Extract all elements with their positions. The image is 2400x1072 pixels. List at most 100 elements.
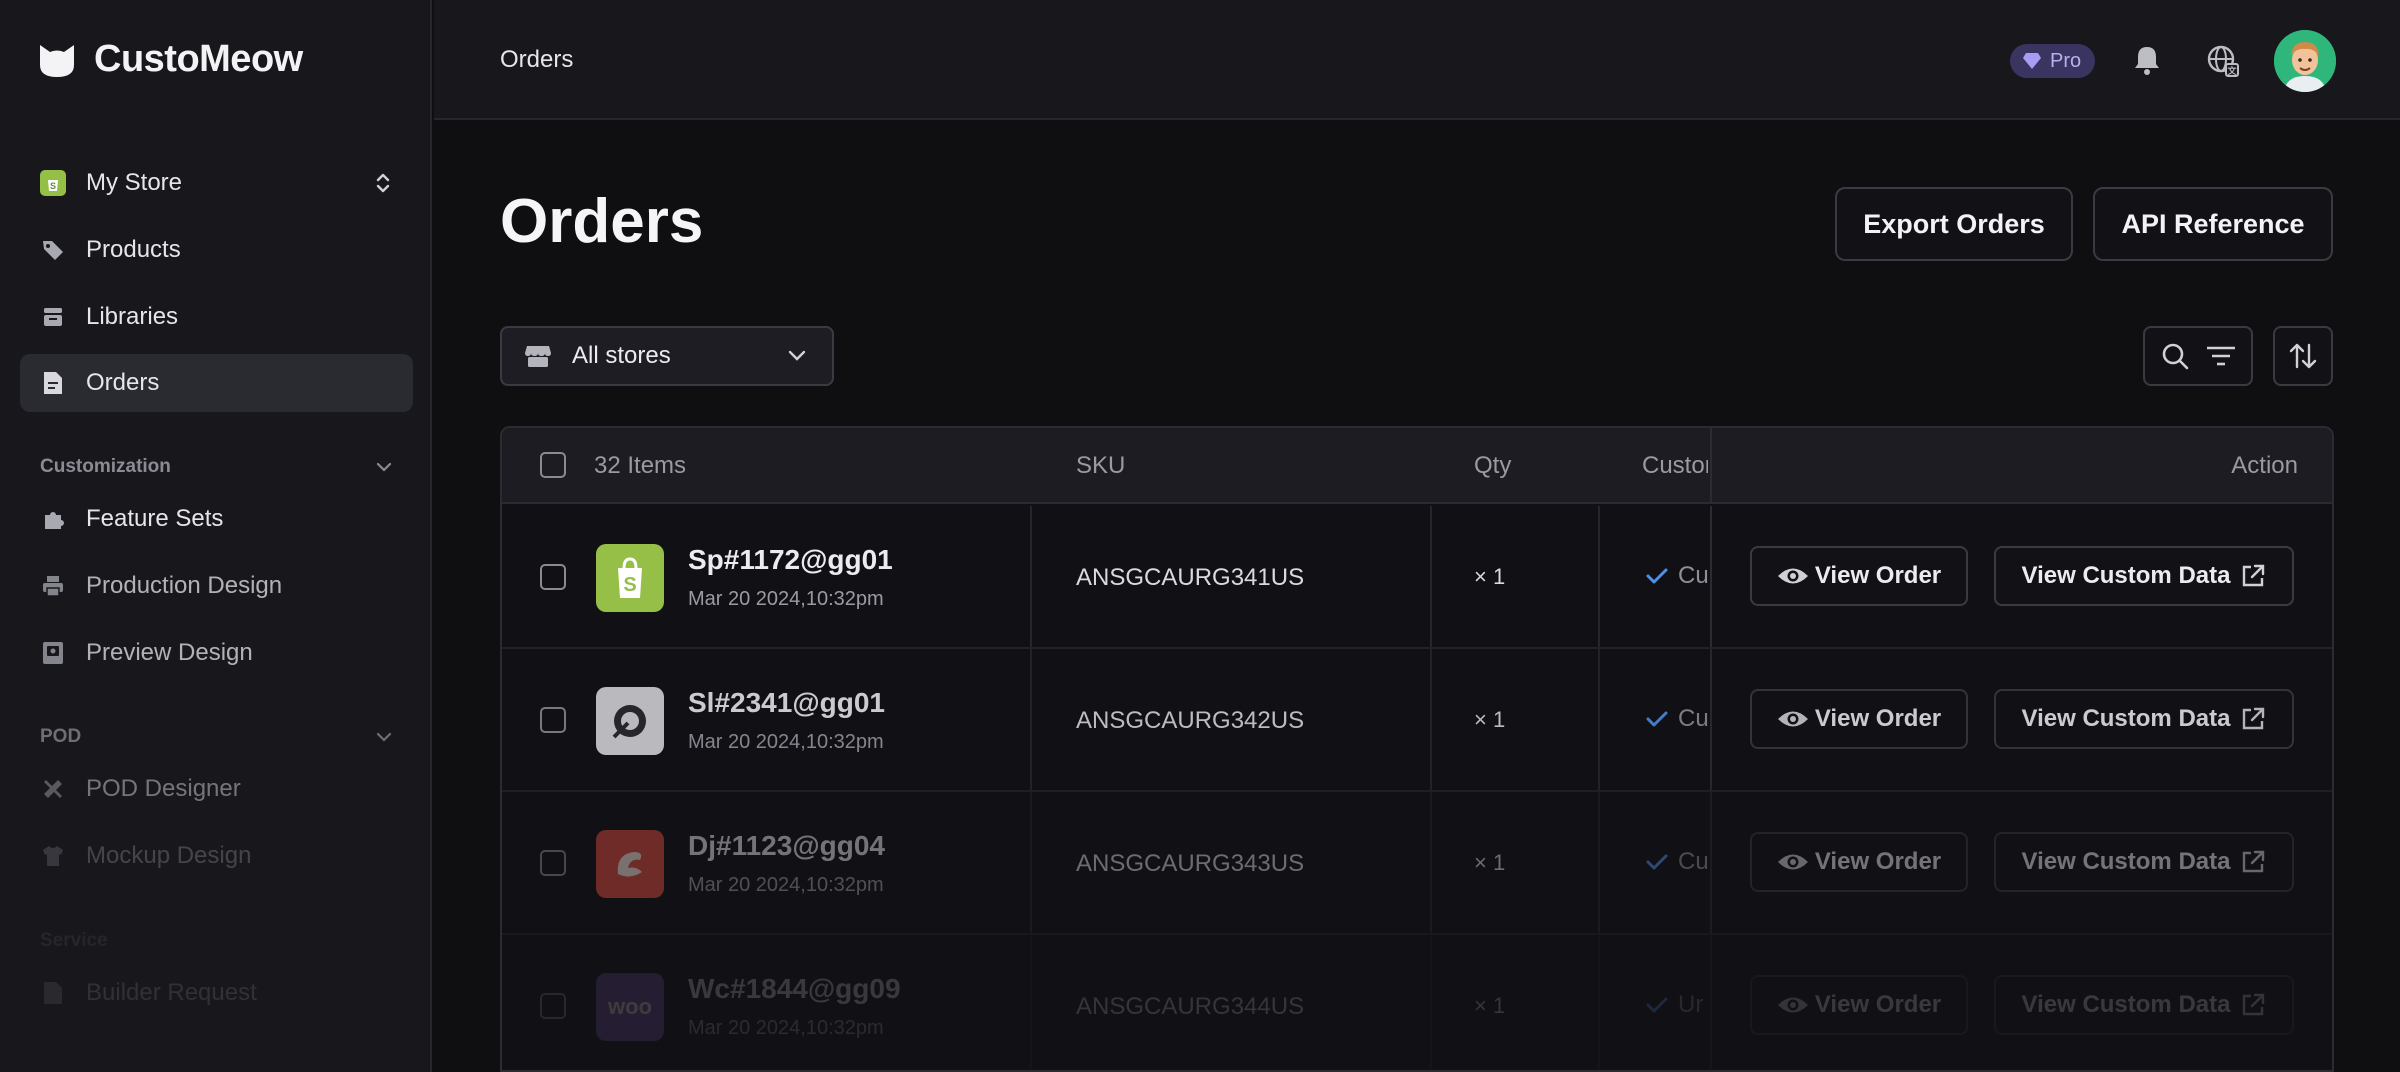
section-customization[interactable]: Customization <box>40 456 392 478</box>
filter-icon[interactable] <box>2206 344 2236 368</box>
row-checkbox[interactable] <box>540 850 566 876</box>
tools-icon <box>40 776 66 802</box>
api-reference-button[interactable]: API Reference <box>2093 187 2333 261</box>
view-custom-data-button[interactable]: View Custom Data <box>1994 546 2294 606</box>
column-sku[interactable]: SKU <box>1076 452 1125 480</box>
view-custom-data-button[interactable]: View Custom Data <box>1994 689 2294 749</box>
sidebar-item-label: Mockup Design <box>86 842 252 869</box>
sidebar-item-production-design[interactable]: Production Design <box>20 557 413 615</box>
sidebar-item-mockup-design[interactable]: Mockup Design <box>20 827 413 885</box>
printer-icon <box>40 573 66 599</box>
store-switcher[interactable]: S My Store <box>20 154 413 212</box>
store-name: My Store <box>86 169 183 196</box>
view-order-button[interactable]: View Order <box>1750 689 1968 749</box>
sku-cell: ANSGCAURG343US <box>1076 850 1305 877</box>
action-header-cell: Action <box>1710 428 2332 502</box>
user-avatar[interactable] <box>2274 30 2336 92</box>
qty-cell: × 1 <box>1474 707 1506 732</box>
table-row[interactable]: Dj#1123@gg04 Mar 20 2024,10:32pm ANSGCAU… <box>502 792 2332 935</box>
row-checkbox[interactable] <box>540 707 566 733</box>
export-orders-button[interactable]: Export Orders <box>1835 187 2073 261</box>
language-icon[interactable]: 文 <box>2206 44 2240 78</box>
eye-icon <box>1777 568 1808 584</box>
svg-text:文: 文 <box>2226 65 2237 76</box>
qty-cell: × 1 <box>1474 850 1506 875</box>
sidebar-item-builder-request[interactable]: Builder Request <box>20 964 413 1022</box>
customization-status: Cu <box>1646 562 1708 590</box>
store-filter-select[interactable]: All stores <box>500 326 834 386</box>
avatar-face-icon <box>2274 30 2336 92</box>
customization-status-label: Ur <box>1678 991 1704 1018</box>
request-icon <box>40 980 66 1006</box>
sidebar-item-label: Preview Design <box>86 639 253 666</box>
customization-status-label: Cu <box>1678 848 1708 875</box>
action-cell: View Order View Custom Data <box>1710 649 2332 790</box>
sidebar-item-products[interactable]: Products <box>20 221 413 279</box>
shopify-store-icon: S <box>40 170 66 196</box>
view-custom-data-button[interactable]: View Custom Data <box>1994 975 2294 1035</box>
bell-icon[interactable] <box>2132 44 2162 76</box>
view-order-button[interactable]: View Order <box>1750 832 1968 892</box>
table-row[interactable]: woo Wc#1844@gg09 Mar 20 2024,10:32pm ANS… <box>502 935 2332 1070</box>
sidebar-item-label: Feature Sets <box>86 505 224 532</box>
view-order-button[interactable]: View Order <box>1750 975 1968 1035</box>
order-id[interactable]: Dj#1123@gg04 <box>688 830 885 862</box>
file-icon <box>40 370 66 396</box>
external-link-icon <box>2243 850 2265 873</box>
sidebar-item-feature-sets[interactable]: Feature Sets <box>20 490 413 548</box>
sidebar-item-preview-design[interactable]: Preview Design <box>20 624 413 682</box>
section-service[interactable]: Service <box>40 930 392 952</box>
brand[interactable]: CustoMeow <box>36 38 303 81</box>
chevron-updown-icon <box>376 173 390 193</box>
table-header: 32 Items SKU Qty Custom Action <box>502 428 2332 504</box>
view-order-label: View Order <box>1814 562 1942 589</box>
check-icon <box>1646 568 1668 584</box>
sort-icon <box>2289 343 2317 369</box>
breadcrumb[interactable]: Orders <box>500 46 573 74</box>
section-pod[interactable]: POD <box>40 726 392 748</box>
column-action: Action <box>2231 452 2298 479</box>
column-qty[interactable]: Qty <box>1474 452 1511 480</box>
external-link-icon <box>2243 993 2265 1016</box>
sidebar-item-libraries[interactable]: Libraries <box>20 288 413 346</box>
sort-button[interactable] <box>2273 326 2333 386</box>
order-id[interactable]: Wc#1844@gg09 <box>688 973 901 1005</box>
column-customization[interactable]: Custom <box>1642 452 1708 480</box>
search-filter-group[interactable] <box>2143 326 2253 386</box>
view-order-button[interactable]: View Order <box>1750 546 1968 606</box>
sku-cell: ANSGCAURG344US <box>1076 993 1305 1020</box>
pro-badge[interactable]: Pro <box>2010 44 2096 78</box>
order-date: Mar 20 2024,10:32pm <box>688 1017 884 1039</box>
order-date: Mar 20 2024,10:32pm <box>688 731 884 753</box>
qty-cell: × 1 <box>1474 993 1506 1018</box>
select-all-checkbox[interactable] <box>540 452 566 478</box>
order-id[interactable]: Sp#1172@gg01 <box>688 544 893 576</box>
item-count: 32 Items <box>594 452 687 479</box>
table-row[interactable]: S Sp#1172@gg01 Mar 20 2024,10:32pm ANSGC… <box>502 506 2332 649</box>
search-icon[interactable] <box>2160 341 2190 371</box>
diamond-icon <box>2023 53 2041 69</box>
sidebar-item-label: Libraries <box>86 303 179 330</box>
sidebar-item-pod-designer[interactable]: POD Designer <box>20 760 413 818</box>
table-row[interactable]: Sl#2341@gg01 Mar 20 2024,10:32pm ANSGCAU… <box>502 649 2332 792</box>
view-custom-data-label: View Custom Data <box>2021 848 2231 875</box>
column-divider <box>1598 649 1600 790</box>
chevron-down-icon <box>376 462 392 472</box>
sidebar-item-orders[interactable]: Orders <box>20 354 413 412</box>
column-divider <box>1030 935 1032 1070</box>
chevron-down-icon <box>376 732 392 742</box>
order-date: Mar 20 2024,10:32pm <box>688 588 884 610</box>
check-icon <box>1646 711 1668 727</box>
action-cell: View Order View Custom Data <box>1710 506 2332 647</box>
shirt-icon <box>40 843 66 869</box>
cat-logo-icon <box>40 44 74 77</box>
row-checkbox[interactable] <box>540 993 566 1019</box>
sidebar-item-label: Products <box>86 236 181 263</box>
row-checkbox[interactable] <box>540 564 566 590</box>
section-title: Service <box>40 930 108 951</box>
pro-badge-label: Pro <box>2050 49 2082 72</box>
sidebar: CustoMeow S My Store Products Libraries … <box>0 0 432 1072</box>
order-id[interactable]: Sl#2341@gg01 <box>688 687 885 719</box>
view-custom-data-button[interactable]: View Custom Data <box>1994 832 2294 892</box>
archive-icon <box>40 304 66 330</box>
